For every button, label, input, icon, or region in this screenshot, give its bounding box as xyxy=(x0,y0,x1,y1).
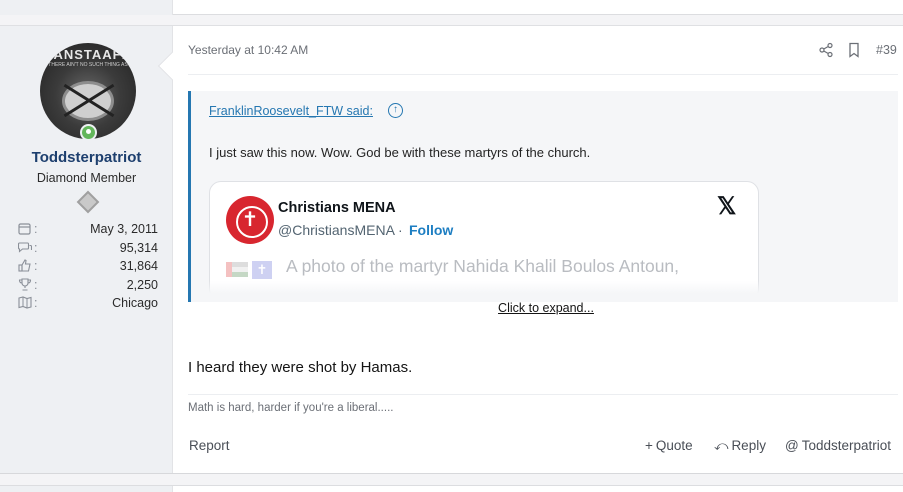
report-button[interactable]: Report xyxy=(189,438,230,453)
previous-post-userpane xyxy=(0,0,173,15)
report-label: Report xyxy=(189,438,230,453)
avatar-subtext: THERE AIN'T NO SUCH THING AS xyxy=(48,62,128,68)
mention-label: Toddsterpatriot xyxy=(801,438,892,453)
stat-value: May 3, 2011 xyxy=(90,222,158,236)
messages-icon xyxy=(17,241,34,255)
calendar-icon xyxy=(18,222,34,236)
location-icon xyxy=(18,296,34,310)
divider xyxy=(188,74,898,75)
share-icon[interactable] xyxy=(818,42,834,58)
tweet-preview-text: A photo of the martyr Nahida Khalil Boul… xyxy=(286,256,680,276)
click-to-expand-link[interactable]: Click to expand... xyxy=(191,301,901,315)
stat-value: 95,314 xyxy=(119,240,158,255)
arrow-up-icon[interactable]: ↑ xyxy=(388,103,403,118)
avatar-text: TANSTAAFL xyxy=(45,47,131,62)
christians-mena-logo-icon[interactable] xyxy=(226,196,274,244)
quote-label: Quote xyxy=(655,438,693,453)
stat-value: 31,864 xyxy=(119,259,158,273)
user-stats: : May 3, 2011 : 95,314 : 31,864 : 2,250 xyxy=(17,221,158,314)
next-post xyxy=(0,485,903,492)
thumbs-up-icon xyxy=(18,259,34,273)
at-icon: @ xyxy=(785,438,799,453)
cross-emoji-icon: ✝ xyxy=(252,261,272,279)
x-logo-icon[interactable]: 𝕏 xyxy=(717,195,739,219)
signature: Math is hard, harder if you're a liberal… xyxy=(188,402,394,414)
previous-post xyxy=(0,0,903,15)
quote-block: FranklinRoosevelt_FTW said: ↑ I just saw… xyxy=(188,91,898,315)
forum-post: TANSTAAFL THERE AIN'T NO SUCH THING AS T… xyxy=(0,25,903,474)
mention-button[interactable]: @ Toddsterpatriot xyxy=(785,438,891,453)
stat-value: 2,250 xyxy=(126,277,158,292)
username[interactable]: Toddsterpatriot xyxy=(0,149,173,166)
tweet-follow-button[interactable]: Follow xyxy=(409,222,453,238)
bookmark-icon[interactable] xyxy=(847,42,861,58)
expand-fade xyxy=(209,281,759,302)
online-status-icon xyxy=(80,124,97,141)
rank-badge-icon xyxy=(76,190,100,214)
quote-text: I just saw this now. Wow. God be with th… xyxy=(209,145,591,160)
stat-reactions: : 31,864 xyxy=(18,258,158,277)
flag-emoji-icons: ✝ xyxy=(226,259,276,279)
post-body: I heard they were shot by Hamas. xyxy=(188,359,413,376)
quote-button[interactable]: + Quote xyxy=(645,438,693,453)
stat-messages: : 95,314 xyxy=(17,240,158,259)
next-post-userpane xyxy=(0,486,173,492)
post-number[interactable]: #39 xyxy=(876,43,897,57)
signature-divider xyxy=(188,394,898,395)
stat-joined: : May 3, 2011 xyxy=(18,221,158,240)
stat-location: : Chicago xyxy=(18,295,158,314)
reply-icon: ⤺ xyxy=(714,438,729,453)
user-title: Diamond Member xyxy=(36,171,137,185)
reply-button[interactable]: ⤺ Reply xyxy=(714,438,766,454)
quote-author-link[interactable]: FranklinRoosevelt_FTW said: xyxy=(209,104,373,118)
tweet-author-name[interactable]: Christians MENA xyxy=(278,200,396,216)
reply-label: Reply xyxy=(731,438,766,453)
trophy-icon xyxy=(18,277,34,292)
user-pane: TANSTAAFL THERE AIN'T NO SUCH THING AS T… xyxy=(0,26,173,473)
tweet-author-handle[interactable]: @ChristiansMENA · xyxy=(278,222,403,238)
palestine-flag-icon xyxy=(226,262,248,277)
plus-icon: + xyxy=(645,438,653,453)
stat-value: Chicago xyxy=(112,296,158,310)
stat-points: : 2,250 xyxy=(18,277,158,296)
post-date[interactable]: Yesterday at 10:42 AM xyxy=(188,43,308,57)
